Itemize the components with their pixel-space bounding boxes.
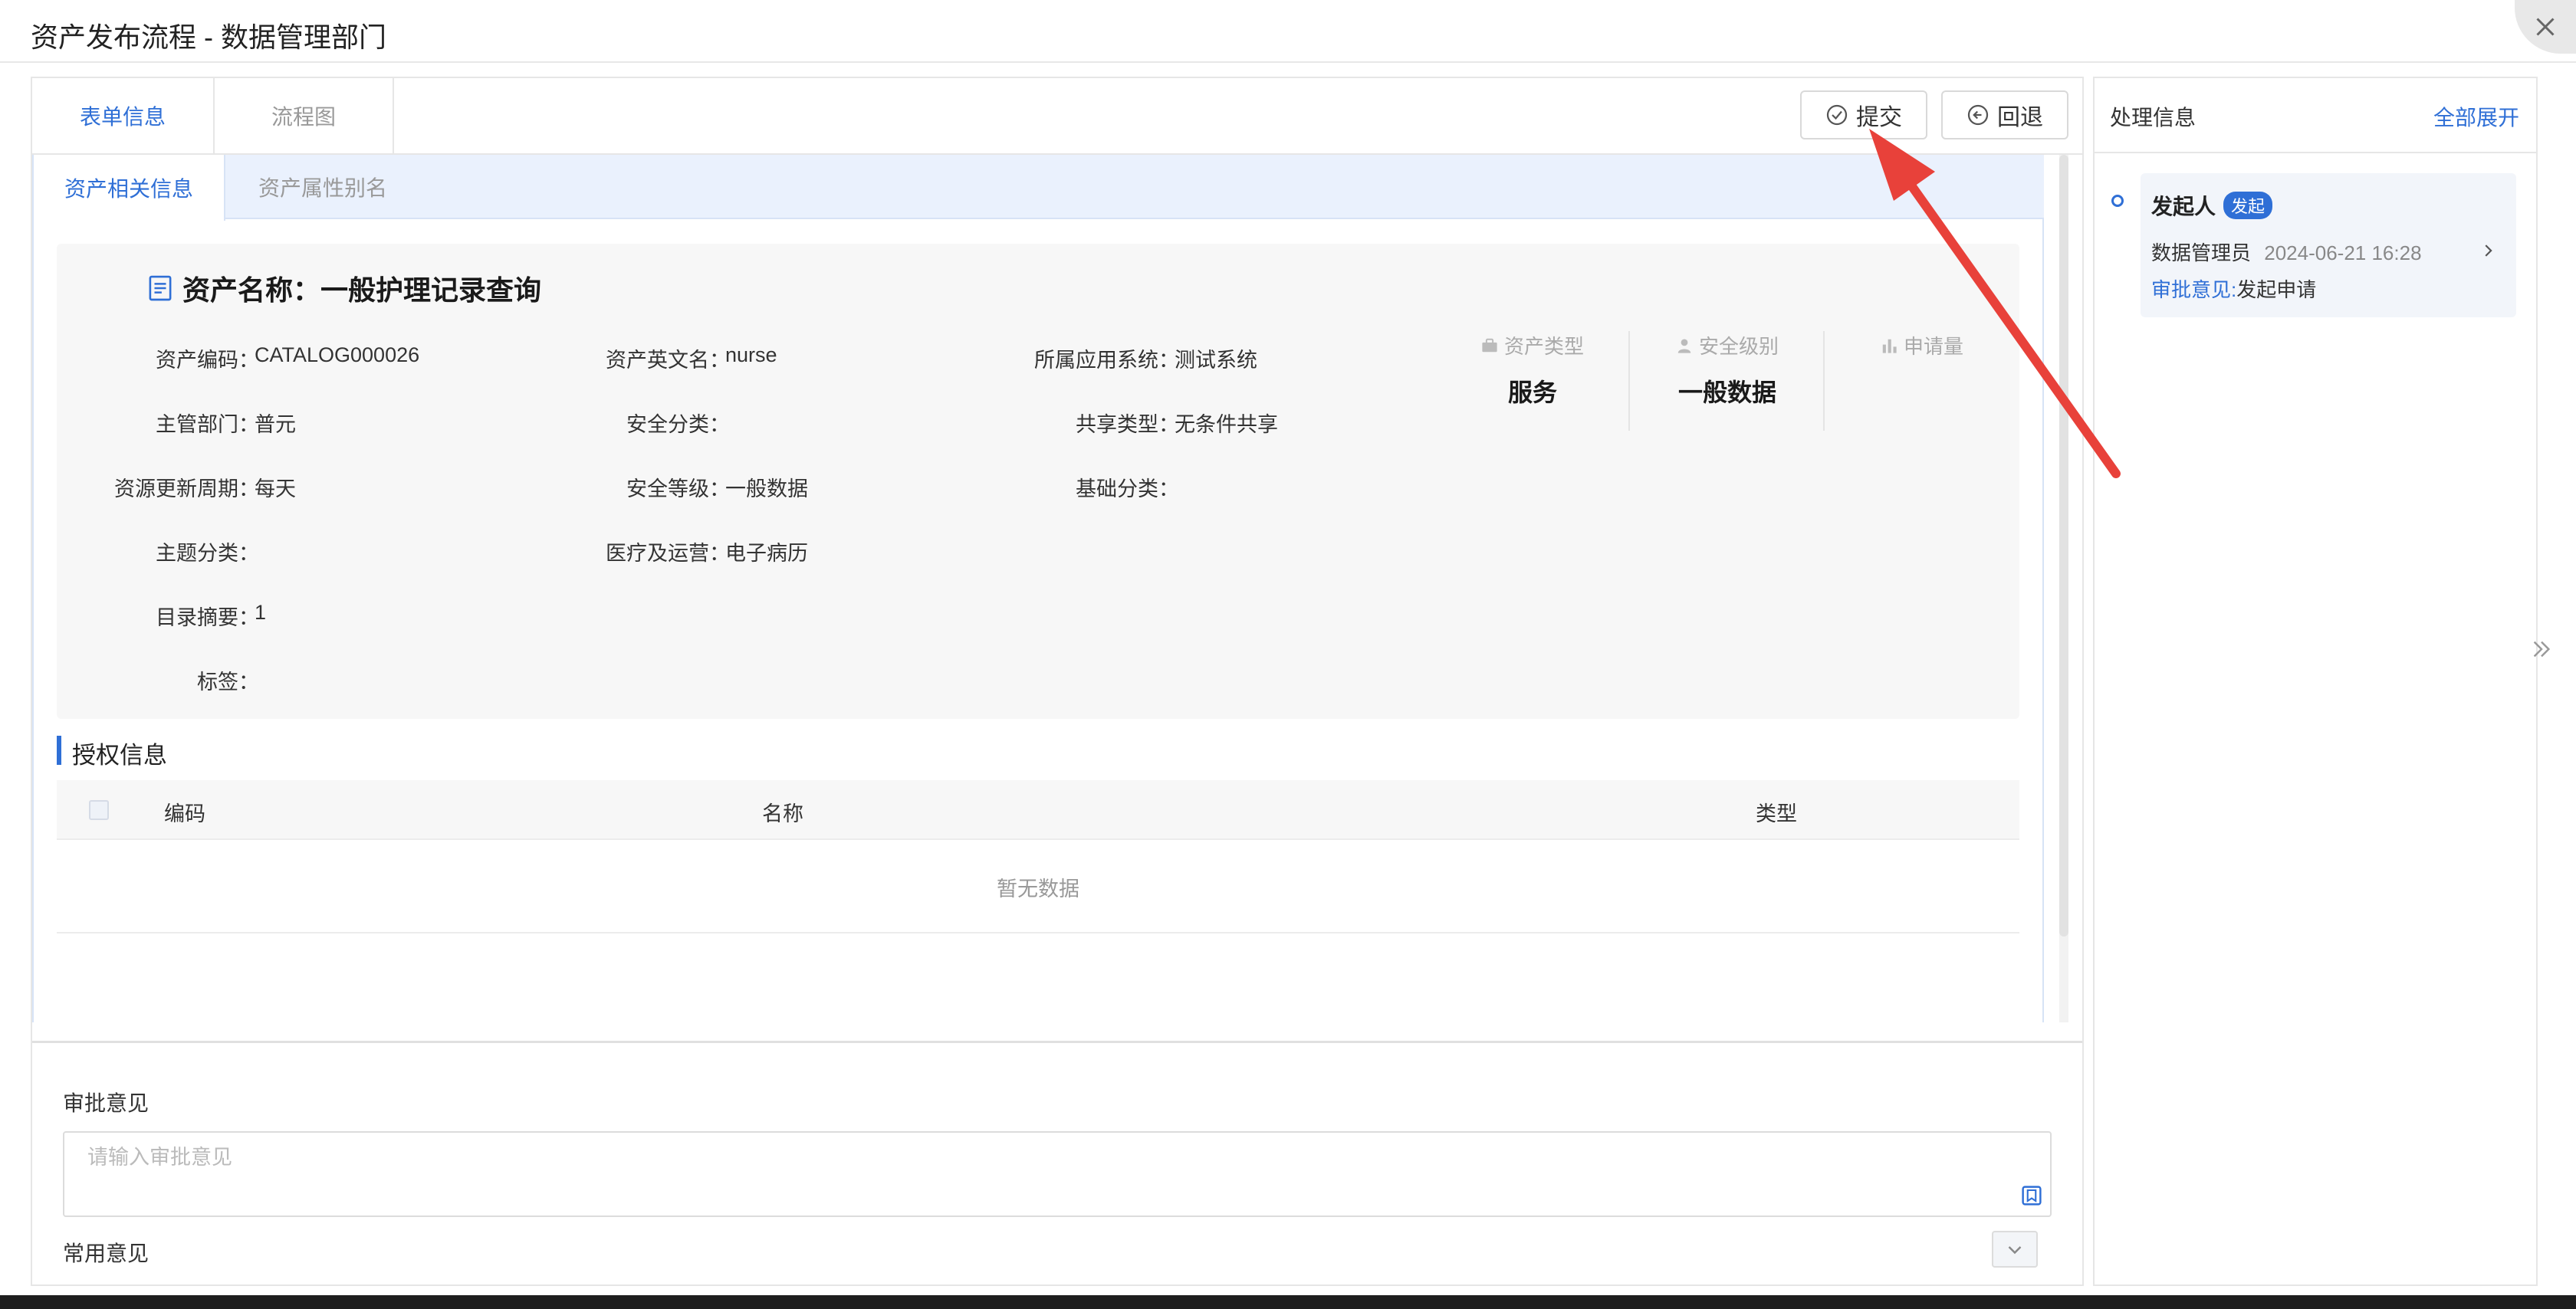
common-opinion-dropdown[interactable] — [1992, 1231, 2038, 1268]
tab-flowchart[interactable]: 流程图 — [215, 78, 393, 153]
stat-asset-type: 资产类型 服务 — [1437, 331, 1628, 406]
english-name-label: 资产英文名： — [606, 349, 730, 372]
share-type-value: 无条件共享 — [1175, 413, 1278, 436]
column-name: 名称 — [762, 802, 803, 825]
submit-label: 提交 — [1856, 105, 1902, 130]
back-arrow-circle-icon — [1967, 104, 1989, 126]
app-system-label: 所属应用系统： — [1034, 349, 1179, 372]
stat-asset-type-value: 服务 — [1507, 379, 1557, 406]
summary-label: 目录摘要： — [156, 606, 259, 629]
subtab-asset-alias[interactable]: 资产属性别名 — [227, 155, 419, 219]
select-all-checkbox[interactable] — [89, 800, 109, 820]
close-button[interactable] — [2515, 0, 2576, 54]
stat-application-count: 申请量 — [1826, 331, 2018, 404]
bookmark-icon[interactable] — [2021, 1185, 2042, 1206]
table-empty-row: 暂无数据 — [57, 842, 2019, 933]
tab-form-info[interactable]: 表单信息 — [32, 78, 213, 153]
rollback-button[interactable]: 回退 — [1941, 90, 2068, 139]
update-cycle-label: 资源更新周期： — [114, 477, 259, 500]
security-level-label: 安全等级： — [626, 477, 730, 500]
asset-subtabs: 资产相关信息 资产属性别名 — [34, 155, 2044, 221]
approval-opinion-input[interactable] — [63, 1131, 2052, 1217]
medical-ops-value: 电子病历 — [725, 542, 808, 565]
approval-divider — [32, 1041, 2082, 1043]
asset-code-value: CATALOG000026 — [255, 343, 420, 366]
app-system-value: 测试系统 — [1175, 349, 1257, 372]
section-accent-bar — [57, 736, 61, 765]
subtab-asset-related[interactable]: 资产相关信息 — [34, 155, 225, 221]
stat-divider — [1628, 331, 1630, 431]
process-info-panel: 处理信息 全部展开 发起人 发起 数据管理员 2024-06-21 16:28 … — [2093, 77, 2538, 1286]
dialog-title: 资产发布流程 - 数据管理部门 — [31, 21, 386, 53]
base-class-label: 基础分类： — [1076, 477, 1179, 500]
chevron-down-icon — [2008, 1246, 2022, 1255]
stat-security-level-label: 安全级别 — [1698, 335, 1779, 358]
security-level-value: 一般数据 — [725, 477, 808, 500]
asset-title: 资产名称：一般护理记录查询 — [149, 268, 541, 308]
stat-application-count-label: 申请量 — [1903, 335, 1963, 358]
auth-section-title: 授权信息 — [72, 742, 167, 769]
document-icon — [149, 275, 172, 301]
update-cycle-value: 每天 — [255, 477, 296, 500]
process-info-title: 处理信息 — [2110, 106, 2196, 130]
dept-label: 主管部门： — [156, 413, 259, 436]
asset-name: 资产名称：一般护理记录查询 — [182, 274, 542, 306]
timeline-opinion: 发起申请 — [2236, 278, 2317, 301]
tags-label: 标签： — [197, 671, 259, 694]
share-type-label: 共享类型： — [1076, 413, 1179, 436]
stat-security-level-value: 一般数据 — [1677, 379, 1776, 406]
timeline-item[interactable]: 发起人 发起 数据管理员 2024-06-21 16:28 审批意见:发起申请 — [2141, 173, 2516, 317]
security-class-label: 安全分类： — [626, 413, 730, 436]
summary-value: 1 — [255, 601, 267, 624]
stat-divider — [1823, 331, 1825, 431]
stat-asset-type-label: 资产类型 — [1503, 335, 1584, 358]
topic-label: 主题分类： — [156, 542, 259, 565]
form-panel: 表单信息 流程图 提交 回退 资产相关信息 资产属性别名 资产名称：一般护理记录… — [31, 77, 2084, 1286]
asset-code-label: 资产编码： — [156, 349, 259, 372]
submit-button[interactable]: 提交 — [1800, 90, 1927, 139]
asset-info-card — [57, 244, 2019, 719]
medical-ops-label: 医疗及运营： — [606, 542, 730, 565]
approval-label: 审批意见 — [63, 1091, 150, 1115]
column-type: 类型 — [1756, 802, 1797, 825]
expand-all-link[interactable]: 全部展开 — [2433, 101, 2519, 132]
user-icon — [1677, 338, 1691, 353]
timeline-opinion-label: 审批意见: — [2151, 278, 2237, 301]
stat-application-count-value — [1826, 373, 2018, 404]
timeline-dot — [2111, 195, 2124, 207]
bar-chart-icon — [1882, 339, 1897, 353]
scrollbar-thumb[interactable] — [2059, 155, 2068, 937]
timeline-node-name: 发起人 — [2151, 195, 2216, 218]
stat-security-level: 安全级别 一般数据 — [1631, 331, 1823, 406]
close-icon — [2536, 18, 2555, 36]
window-bottom-edge — [0, 1295, 2576, 1309]
status-badge: 发起 — [2223, 192, 2273, 219]
rollback-label: 回退 — [1997, 105, 2043, 130]
tab-divider — [393, 78, 394, 153]
common-opinion-label: 常用意见 — [63, 1242, 150, 1265]
column-code: 编码 — [164, 802, 205, 825]
timeline-operator: 数据管理员 — [2151, 241, 2252, 264]
chevron-right-icon[interactable] — [2479, 242, 2496, 259]
double-chevron-right-icon[interactable] — [2530, 638, 2553, 661]
process-info-header: 处理信息 全部展开 — [2095, 78, 2536, 153]
english-name-value: nurse — [725, 343, 777, 366]
check-circle-icon — [1826, 104, 1848, 126]
briefcase-icon — [1482, 338, 1497, 352]
title-divider — [0, 61, 2576, 63]
timeline-time: 2024-06-21 16:28 — [2264, 241, 2422, 264]
dept-value: 普元 — [255, 413, 296, 436]
auth-table-header: 编码 名称 类型 — [57, 780, 2019, 840]
form-tabbar: 表单信息 流程图 提交 回退 — [32, 78, 2082, 155]
